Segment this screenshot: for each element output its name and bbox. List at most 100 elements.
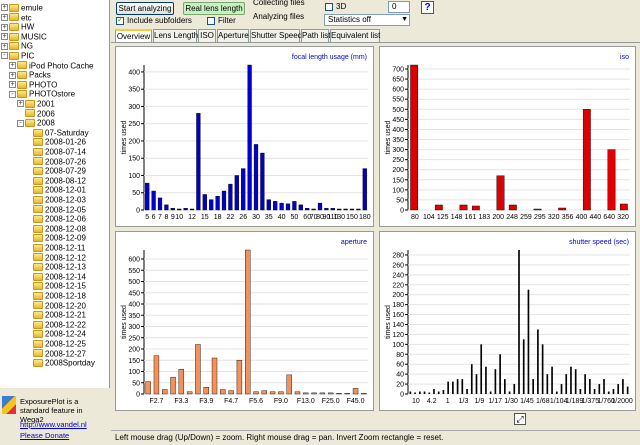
tab-path-list[interactable]: Path list bbox=[301, 29, 330, 42]
x-tick-label: 180 bbox=[359, 214, 371, 221]
tab-lens-length[interactable]: Lens Length bbox=[153, 29, 198, 42]
tree-item-label: 2008Sportday bbox=[45, 358, 95, 368]
expand-icon[interactable]: + bbox=[9, 71, 16, 79]
chart-title: aperture bbox=[340, 239, 367, 246]
bar bbox=[527, 289, 530, 394]
real-lens-length-button[interactable]: Real lens length bbox=[183, 2, 245, 15]
x-tick-label: F5.6 bbox=[249, 398, 263, 405]
expand-icon[interactable]: + bbox=[17, 100, 24, 108]
bar bbox=[494, 369, 497, 394]
bar bbox=[565, 374, 568, 394]
x-tick-label: 320 bbox=[617, 214, 629, 221]
y-tick-label: 350 bbox=[128, 87, 140, 94]
shutter-speed-panel[interactable]: 0 20 40 60 80 100 120 140 160 180 200 220 240 260 280 t… bbox=[379, 231, 636, 411]
bar bbox=[414, 392, 416, 394]
y-tick-label: 100 bbox=[128, 173, 140, 180]
donate-link[interactable]: Please Donate bbox=[20, 431, 69, 440]
bar bbox=[162, 389, 168, 395]
bar bbox=[475, 374, 478, 394]
plot-area: 0 50 100 150 200 250 300 350 400 times used 5 6 7 8 9 1… bbox=[111, 42, 640, 412]
bar bbox=[228, 183, 233, 211]
info-box: ExposurePlot is a standard feature in We… bbox=[0, 388, 110, 445]
bar bbox=[470, 364, 473, 394]
bar bbox=[522, 339, 525, 394]
x-tick-label: 150 bbox=[346, 214, 358, 221]
website-link[interactable]: http://www.vandel.nl bbox=[20, 420, 87, 429]
bar bbox=[337, 208, 342, 211]
bar bbox=[279, 202, 284, 211]
expand-icon[interactable]: + bbox=[1, 33, 8, 41]
start-analyzing-button[interactable]: Start analyzing bbox=[116, 2, 174, 15]
bar bbox=[202, 194, 207, 211]
bar bbox=[508, 391, 511, 394]
x-tick-label: 200 bbox=[492, 214, 504, 221]
x-tick-label: F3.3 bbox=[174, 398, 188, 405]
bar bbox=[513, 384, 516, 394]
bar bbox=[241, 168, 246, 211]
bar bbox=[305, 208, 310, 211]
y-tick-label: 450 bbox=[392, 117, 404, 124]
x-tick-label: 148 bbox=[451, 214, 463, 221]
folder-tree[interactable]: + emule + etc + HW + MUSIC + NG - PIC + iPod Photo Ca… bbox=[0, 0, 110, 388]
bar bbox=[447, 381, 449, 394]
y-tick-label: 350 bbox=[128, 313, 140, 320]
y-tick-label: 80 bbox=[396, 352, 404, 359]
y-tick-label: 500 bbox=[128, 279, 140, 286]
expand-icon[interactable]: + bbox=[1, 4, 8, 12]
bar bbox=[418, 391, 421, 394]
bar bbox=[177, 208, 182, 211]
expand-icon[interactable]: + bbox=[9, 61, 16, 69]
statistics-select[interactable]: Statistics off ▼ bbox=[324, 14, 410, 26]
x-tick-label: 35 bbox=[265, 214, 273, 221]
bar bbox=[518, 250, 520, 394]
tab-aperture[interactable]: Aperture bbox=[217, 29, 249, 42]
filter-box[interactable] bbox=[207, 16, 215, 25]
y-tick-label: 400 bbox=[392, 127, 404, 134]
expand-icon[interactable]: + bbox=[1, 42, 8, 50]
y-tick-label: 0 bbox=[136, 392, 140, 399]
threed-box[interactable] bbox=[325, 2, 333, 11]
tab-overview[interactable]: Overview bbox=[115, 29, 152, 43]
bar bbox=[480, 344, 483, 394]
collapse-icon[interactable]: - bbox=[1, 52, 8, 60]
expand-icon[interactable]: + bbox=[1, 23, 8, 31]
include-subfolders-checkbox[interactable]: Include subfolders bbox=[116, 15, 192, 26]
bar bbox=[189, 208, 195, 211]
tab-equivalent-list[interactable]: Equivalent list bbox=[330, 29, 380, 42]
threed-checkbox[interactable]: 3D bbox=[325, 2, 346, 12]
bar bbox=[330, 208, 335, 211]
bar bbox=[434, 204, 443, 211]
y-tick-label: 50 bbox=[132, 190, 140, 197]
expand-icon[interactable]: + bbox=[1, 13, 8, 21]
collapse-icon[interactable]: - bbox=[17, 119, 24, 127]
tree-item[interactable]: 2008Sportday bbox=[25, 357, 95, 368]
bar bbox=[356, 208, 361, 211]
filter-checkbox[interactable]: Filter bbox=[207, 16, 236, 26]
bar bbox=[247, 64, 252, 211]
bar bbox=[278, 391, 284, 395]
bar bbox=[442, 390, 445, 394]
y-tick-label: 140 bbox=[392, 322, 404, 329]
aperture-panel[interactable]: 0 50 100 150 200 250 300 350 400 450 500 550 600 time… bbox=[115, 231, 374, 411]
y-axis-label: times used bbox=[385, 120, 392, 154]
bar bbox=[203, 387, 209, 395]
bar bbox=[292, 201, 297, 211]
focal-length-panel[interactable]: 0 50 100 150 200 250 300 350 400 times used 5 6 7 8 9 1… bbox=[115, 46, 374, 227]
help-button[interactable]: ? bbox=[421, 1, 434, 14]
x-tick-label: F13.0 bbox=[297, 398, 315, 405]
y-tick-label: 0 bbox=[136, 208, 140, 215]
expand-icon[interactable]: + bbox=[9, 81, 16, 89]
bar bbox=[584, 374, 586, 394]
y-tick-label: 250 bbox=[128, 335, 140, 342]
analyzing-status: Analyzing files bbox=[253, 12, 305, 21]
spin-input[interactable]: 0 bbox=[388, 1, 410, 13]
tab-iso[interactable]: ISO bbox=[198, 29, 216, 42]
collapse-icon[interactable]: - bbox=[9, 90, 16, 98]
include-subfolders-box[interactable] bbox=[116, 15, 124, 25]
bar bbox=[285, 203, 291, 211]
maximize-icon[interactable]: ⤢ bbox=[514, 413, 526, 425]
iso-panel[interactable]: 0 50 100 150 200 250 300 350 400 450 500 550 600 650 7… bbox=[379, 46, 636, 227]
tab-shutter-speed[interactable]: Shutter Speed bbox=[250, 29, 302, 42]
y-tick-label: 550 bbox=[128, 268, 140, 275]
x-tick-label: 1 bbox=[446, 398, 450, 405]
